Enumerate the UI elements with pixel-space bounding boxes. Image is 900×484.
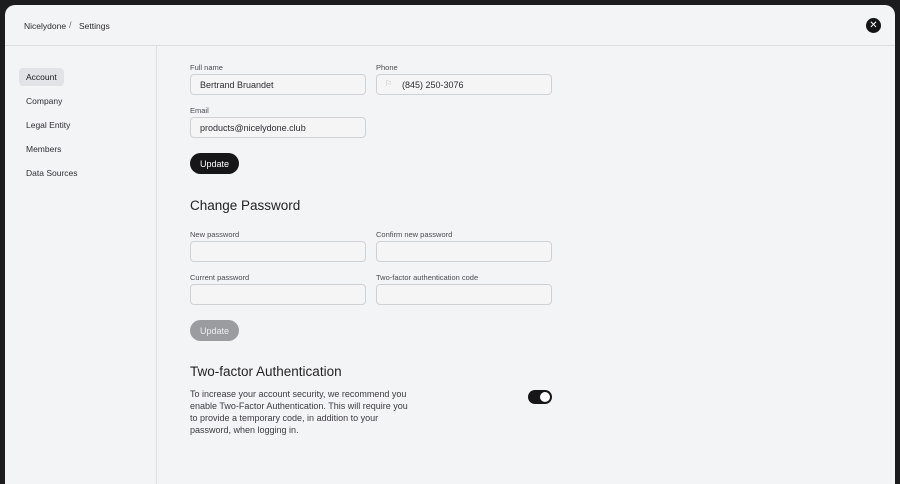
flag-icon: ⚐ xyxy=(385,79,393,88)
confirm-password-input[interactable] xyxy=(376,241,552,262)
phone-input[interactable] xyxy=(376,74,552,95)
twofa-code-label: Two-factor authentication code xyxy=(376,273,479,282)
twofa-toggle[interactable] xyxy=(528,390,552,404)
change-password-title: Change Password xyxy=(190,198,301,213)
new-password-input[interactable] xyxy=(190,241,366,262)
twofa-code-input[interactable] xyxy=(376,284,552,305)
sidebar-item-label: Legal Entity xyxy=(26,120,71,130)
current-password-input[interactable] xyxy=(190,284,366,305)
close-icon: ✕ xyxy=(869,19,878,31)
sidebar-item-label: Data Sources xyxy=(26,168,78,178)
email-label: Email xyxy=(190,106,209,115)
sidebar-item-company[interactable]: Company xyxy=(19,92,69,110)
sidebar-item-legal-entity[interactable]: Legal Entity xyxy=(19,116,77,134)
full-name-label: Full name xyxy=(190,63,223,72)
sidebar: Account Company Legal Entity Members Dat… xyxy=(5,46,157,484)
current-password-label: Current password xyxy=(190,273,250,282)
breadcrumb-separator: / xyxy=(69,20,72,30)
email-input[interactable] xyxy=(190,117,366,138)
twofa-title: Two-factor Authentication xyxy=(190,364,342,379)
phone-label: Phone xyxy=(376,63,398,72)
sidebar-item-label: Company xyxy=(26,96,63,106)
password-update-button[interactable]: Update xyxy=(190,320,239,341)
profile-update-button[interactable]: Update xyxy=(190,153,239,174)
close-button[interactable]: ✕ xyxy=(866,18,881,33)
sidebar-item-label: Members xyxy=(26,144,62,154)
sidebar-item-members[interactable]: Members xyxy=(19,140,68,158)
twofa-description: To increase your account security, we re… xyxy=(190,389,408,435)
sidebar-item-label: Account xyxy=(26,72,57,82)
phone-field: ⚐ xyxy=(376,74,552,95)
settings-window: Nicelydone / Settings ✕ Account Company … xyxy=(5,5,895,484)
sidebar-item-account[interactable]: Account xyxy=(19,68,64,86)
breadcrumb-current: Settings xyxy=(79,21,110,31)
toggle-knob xyxy=(540,392,550,402)
confirm-password-label: Confirm new password xyxy=(376,230,453,239)
breadcrumb-root[interactable]: Nicelydone xyxy=(24,21,66,31)
full-name-input[interactable] xyxy=(190,74,366,95)
top-bar: Nicelydone / Settings ✕ xyxy=(5,5,895,46)
new-password-label: New password xyxy=(190,230,240,239)
sidebar-item-data-sources[interactable]: Data Sources xyxy=(19,164,85,182)
